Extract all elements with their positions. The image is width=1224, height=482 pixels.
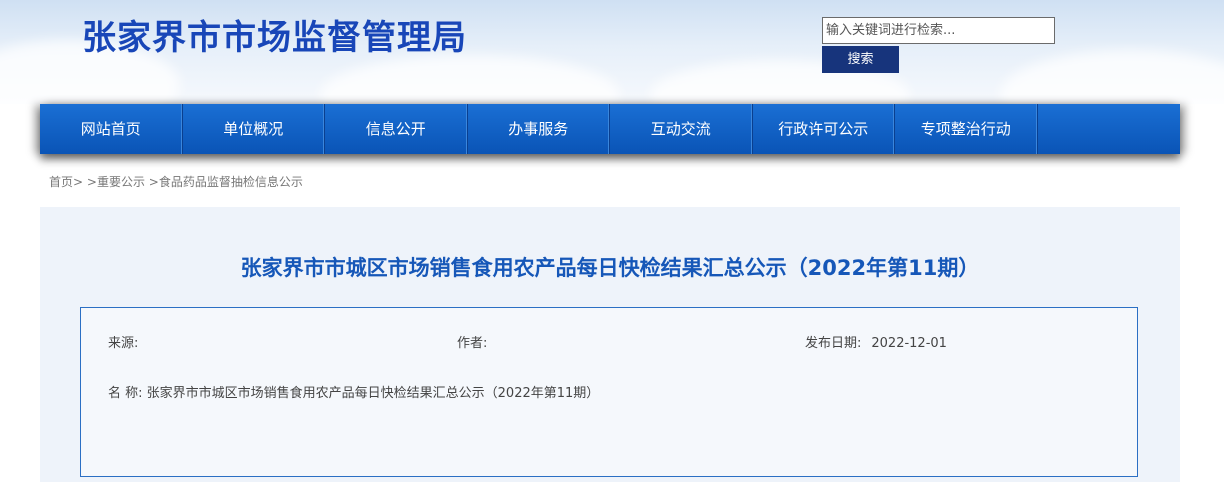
nav-item-interaction[interactable]: 互动交流 (610, 104, 753, 154)
search-input[interactable] (822, 17, 1055, 44)
publish-date-label: 发布日期: (805, 336, 862, 351)
publish-date-value: 2022-12-01 (871, 336, 947, 351)
nav-item-overview[interactable]: 单位概况 (183, 104, 325, 154)
article-name-line: 名 称: 张家界市市城区市场销售食用农产品每日快检结果汇总公示（2022年第11… (108, 382, 599, 401)
breadcrumb-home[interactable]: 首页> (49, 175, 83, 189)
main-nav: 网站首页 单位概况 信息公开 办事服务 互动交流 行政许可公示 专项整治行动 (40, 104, 1180, 154)
nav-item-home[interactable]: 网站首页 (40, 104, 183, 154)
nav-item-services[interactable]: 办事服务 (468, 104, 610, 154)
nav-item-license-disclosure[interactable]: 行政许可公示 (753, 104, 895, 154)
breadcrumb-level1[interactable]: >重要公示 (87, 175, 145, 189)
site-title[interactable]: 张家界市市场监督管理局 (82, 10, 467, 59)
header-cloud-decoration (1000, 50, 1224, 104)
author-label: 作者: (457, 336, 488, 351)
name-label: 名 称: (108, 386, 143, 401)
site-header: 张家界市市场监督管理局 搜索 (0, 0, 1224, 104)
search-button[interactable]: 搜索 (822, 46, 899, 73)
nav-item-special-action[interactable]: 专项整治行动 (895, 104, 1038, 154)
name-value: 张家界市市城区市场销售食用农产品每日快检结果汇总公示（2022年第11期） (146, 386, 600, 401)
nav-item-info-disclosure[interactable]: 信息公开 (325, 104, 468, 154)
header-cloud-decoration (320, 55, 620, 104)
breadcrumb: 首页> >重要公示 >食品药品监督抽检信息公示 (49, 173, 303, 190)
publish-date: 发布日期: 2022-12-01 (805, 332, 947, 351)
source-label: 来源: (108, 336, 139, 351)
article-title: 张家界市市城区市场销售食用农产品每日快检结果汇总公示（2022年第11期） (240, 256, 980, 280)
breadcrumb-level2[interactable]: >食品药品监督抽检信息公示 (149, 175, 303, 189)
